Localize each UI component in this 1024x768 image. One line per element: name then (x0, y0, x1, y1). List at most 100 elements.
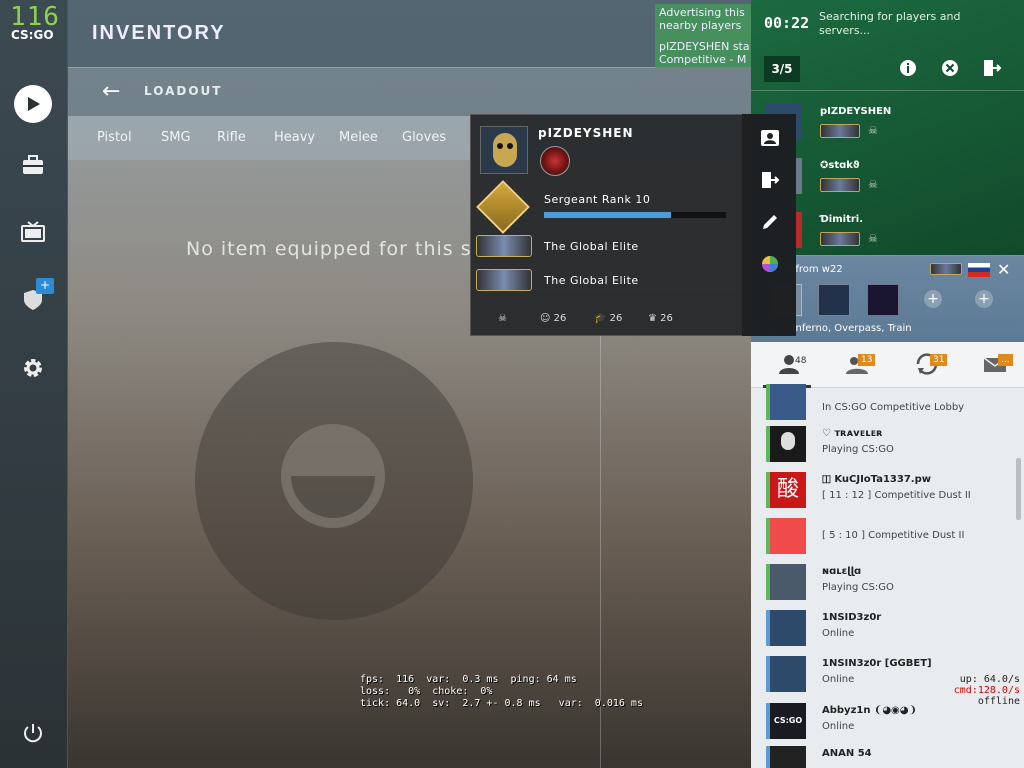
friend-name: ɴɑʟɛɭɭɑ (822, 566, 862, 577)
inventory-button[interactable] (14, 146, 52, 184)
friend-avatar (770, 384, 806, 420)
wingman-rank-name: The Global Elite (544, 274, 639, 287)
invite-avatar[interactable] (818, 284, 850, 316)
lobby-divider (751, 90, 1024, 91)
friend-avatar (770, 426, 806, 462)
invite-avatar[interactable] (867, 284, 899, 316)
lobby-member-name: Ɗimitri. (820, 214, 864, 225)
competitive-rank-name: The Global Elite (544, 240, 639, 253)
profile-button[interactable] (758, 126, 782, 150)
friend-name: 🇮 KuCJIoTa1337.pw (822, 474, 931, 485)
settings-button[interactable] (14, 349, 52, 387)
friend-status: Online (822, 628, 855, 639)
close-circle-icon (942, 60, 958, 76)
character-placeholder-head (281, 424, 385, 528)
color-wheel-icon (762, 256, 778, 272)
power-button[interactable] (14, 714, 52, 752)
cancel-search-button[interactable] (940, 58, 960, 78)
friend-avatar (770, 518, 806, 554)
friend-row[interactable]: CS:GO Abbyz1n ❨◕◉◕❩ Online (766, 703, 1016, 745)
tab-smg[interactable]: SMG (161, 130, 191, 145)
search-status: Searching for players and servers... (819, 10, 961, 37)
empty-slot-message: No item equipped for this slot (186, 238, 476, 260)
edit-button[interactable] (758, 210, 782, 234)
rank-badge (820, 178, 860, 192)
pencil-icon (763, 215, 777, 229)
tab-heavy[interactable]: Heavy (274, 130, 315, 145)
play-icon (28, 97, 40, 111)
friend-row[interactable]: In CS:GO Competitive Lobby (766, 384, 1016, 426)
close-invite-icon[interactable]: ✕ (997, 260, 1010, 279)
power-icon (24, 724, 42, 743)
play-button[interactable] (14, 85, 52, 123)
briefcase-icon (23, 155, 43, 174)
invite-plus-icon[interactable]: + (975, 290, 993, 308)
friend-avatar (770, 564, 806, 600)
xp-progress-fill (544, 212, 672, 218)
recent-count-badge: 31 (930, 354, 948, 366)
lobby-notification: pIZDEYSHEN sta Competitive - M (655, 38, 751, 68)
leave-party-button[interactable] (758, 168, 782, 192)
friendly-icon: ☺ 26 (540, 313, 567, 324)
friend-name: 1NSID3z0r (822, 612, 882, 623)
wingman-rank-icon (476, 269, 532, 291)
friend-row[interactable]: 1NSID3z0r Online (766, 610, 1016, 652)
lobby-member-name: pIZDEYSHEN (820, 106, 892, 117)
friend-name: 1NSIN3z0r [GGBET] (822, 658, 932, 669)
friend-status: Online (822, 721, 855, 732)
info-icon (900, 60, 916, 76)
service-medal-icon (540, 146, 570, 176)
friend-name: ♡ ᴛʀᴀᴠᴇʟᴇʀ (822, 428, 883, 439)
friend-avatar (770, 746, 806, 768)
skull-icon: ☠ (868, 124, 878, 137)
watch-button[interactable] (14, 213, 52, 251)
friend-avatar (770, 610, 806, 646)
loadout-breadcrumb: LOADOUT (144, 84, 223, 98)
player-avatar (480, 126, 528, 174)
tab-pistol[interactable]: Pistol (97, 130, 132, 145)
friend-row[interactable]: 酸 🇮 KuCJIoTa1337.pw [ 11 : 12 ] Competit… (766, 472, 1016, 514)
teacher-icon: 🎓 26 (594, 313, 623, 324)
friend-status: [ 11 : 12 ] Competitive Dust II (822, 490, 971, 501)
skull-icon: ☠ (868, 178, 878, 191)
leave-lobby-button[interactable] (982, 58, 1002, 78)
friends-count-badge: 48 (795, 356, 807, 366)
net-info: up: 64.0/s cmd:128.0/s offline (953, 674, 1020, 707)
friend-name: Abbyz1n ❨◕◉◕❩ (822, 705, 917, 716)
friend-name: ANAN 54 (822, 748, 872, 759)
back-arrow-icon[interactable]: ← (102, 79, 120, 104)
csgo-logo: CS:GO (11, 28, 54, 42)
tab-rifle[interactable]: Rifle (217, 130, 246, 145)
requests-count-badge: 13 (858, 354, 876, 366)
advertise-notification: Advertising this nearby players (655, 4, 751, 38)
info-button[interactable] (898, 58, 918, 78)
profile-rank-label: Sergeant Rank 10 (544, 193, 651, 206)
friend-status: Playing CS:GO (822, 444, 894, 455)
rank-badge (820, 232, 860, 246)
exit-icon (762, 172, 780, 188)
flag-icon (968, 263, 990, 277)
tab-melee[interactable]: Melee (339, 130, 378, 145)
friend-status: In CS:GO Competitive Lobby (822, 402, 965, 413)
friend-row[interactable]: ɴɑʟɛɭɭɑ Playing CS:GO (766, 564, 1016, 606)
invite-plus-icon[interactable]: + (924, 290, 942, 308)
friend-status: [ 5 : 10 ] Competitive Dust II (822, 530, 965, 541)
gear-icon (24, 359, 42, 377)
friends-scrollbar[interactable] (1016, 458, 1021, 520)
skull-icon: ☠ (498, 313, 507, 324)
friend-status: Online (822, 674, 855, 685)
friend-avatar: CS:GO (770, 703, 806, 739)
messages-count-badge: ... (998, 354, 1013, 366)
friend-row[interactable]: ANAN 54 (766, 746, 1016, 768)
player-name: pIZDEYSHEN (538, 126, 634, 140)
competitive-rank-icon (476, 235, 532, 257)
friend-row[interactable]: [ 5 : 10 ] Competitive Dust II (766, 518, 1016, 560)
tab-gloves[interactable]: Gloves (402, 130, 446, 145)
page-title: INVENTORY (92, 22, 226, 44)
friend-row[interactable]: ♡ ᴛʀᴀᴠᴇʟᴇʀ Playing CS:GO (766, 426, 1016, 468)
search-timer: 00:22 (764, 14, 810, 32)
friend-avatar (770, 656, 806, 692)
friend-avatar: 酸 (770, 472, 806, 508)
skull-icon: ☠ (868, 232, 878, 245)
color-button[interactable] (758, 252, 782, 276)
